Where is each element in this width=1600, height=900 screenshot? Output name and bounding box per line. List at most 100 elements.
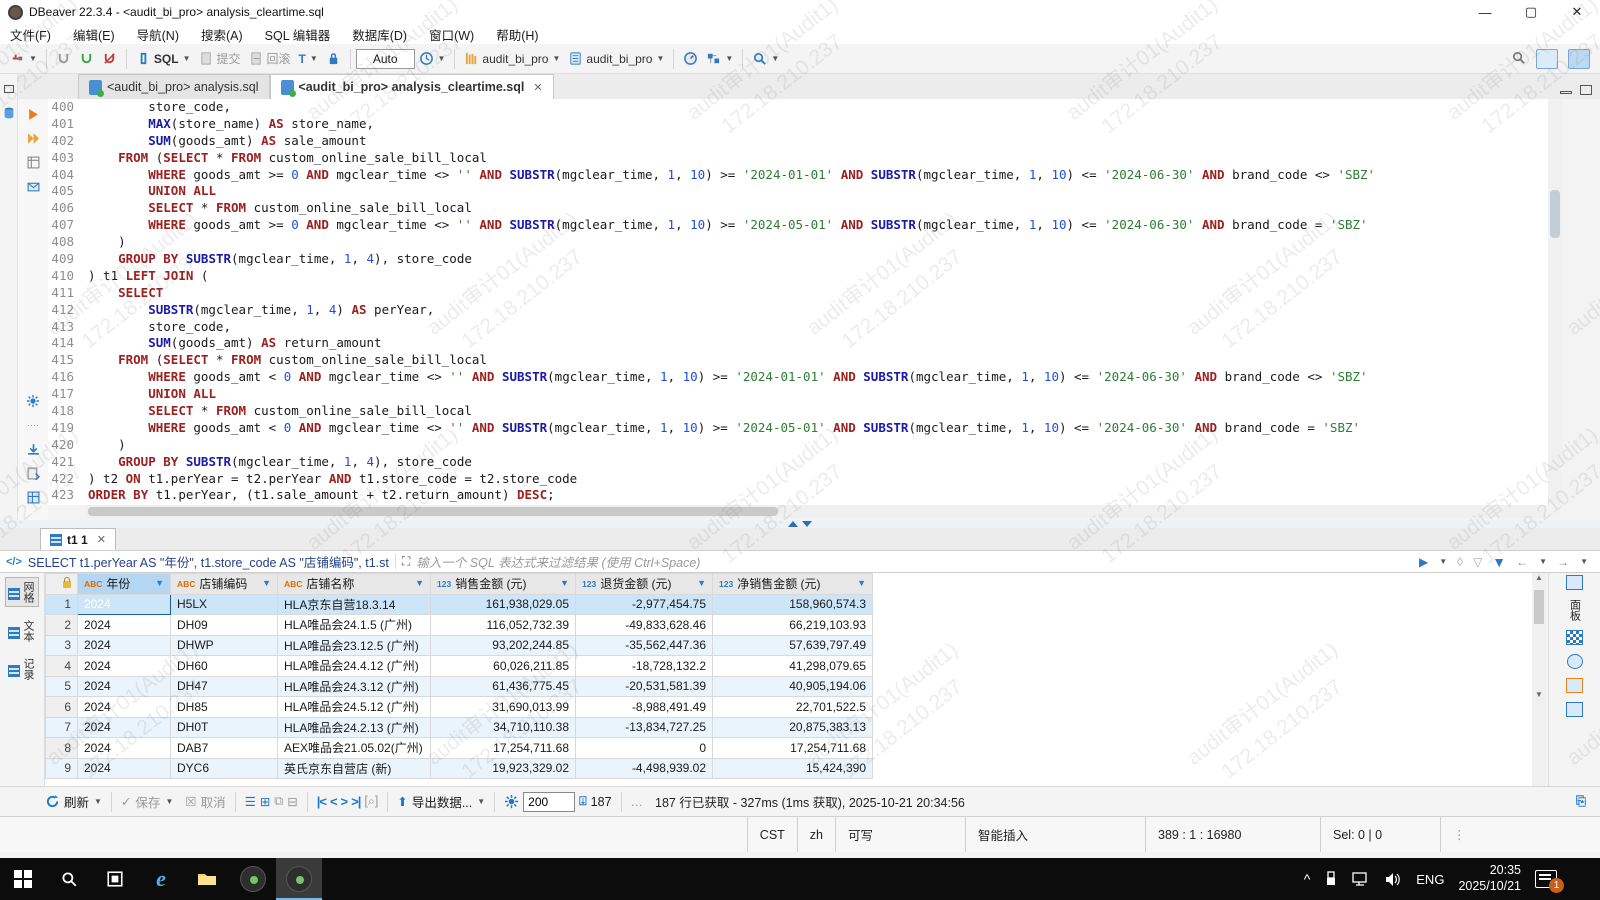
sql-code-editor[interactable]: 400 store_code,401 MAX(store_name) AS st… [48,99,1548,505]
delete-row-icon[interactable]: ⊟ [287,794,297,809]
cell-r8-c0[interactable]: 2024 [78,738,171,759]
code-line-421[interactable]: 421 GROUP BY SUBSTR(mgclear_time, 1, 4),… [48,454,1548,471]
cell-r7-c1[interactable]: DH0T [171,717,278,738]
cell-r8-c3[interactable]: 17,254,711.68 [431,738,576,759]
cell-r5-c3[interactable]: 61,436,775.45 [431,676,576,697]
code-line-409[interactable]: 409 GROUP BY SUBSTR(mgclear_time, 1, 4),… [48,251,1548,268]
cancel-button[interactable]: 取消 [201,792,226,811]
row-number[interactable]: 7 [46,717,78,738]
first-row-button[interactable]: |< [317,794,326,809]
table-row-4[interactable]: 42024DH60HLA唯品会24.4.12 (广州)60,026,211.85… [46,656,873,677]
history-forward-icon[interactable]: → [1557,555,1569,569]
grid-corner-cell[interactable] [46,574,78,595]
results-view-tab-2[interactable]: 记录 [6,655,38,683]
cell-r4-c0[interactable]: 2024 [78,656,171,677]
code-line-413[interactable]: 413 store_code, [48,319,1548,336]
cell-r5-c0[interactable]: 2024 [78,676,171,697]
menu-item-2[interactable]: 导航(N) [137,25,179,44]
cell-r2-c3[interactable]: 116,052,732.39 [431,615,576,636]
fetch-all-icon[interactable]: ⍗ [579,794,587,809]
close-tab-icon[interactable]: ✕ [533,81,542,94]
cell-r9-c1[interactable]: DYC6 [171,758,278,779]
internet-explorer-icon[interactable]: e [138,858,184,900]
code-line-402[interactable]: 402 SUM(goods_amt) AS sale_amount [48,133,1548,150]
cell-r1-c3[interactable]: 161,938,029.05 [431,594,576,615]
last-row-button[interactable]: >| [351,794,360,809]
next-row-button[interactable]: > [341,794,348,809]
layout-icon[interactable] [1566,702,1583,717]
edit-row-icon[interactable]: ☰ [245,794,256,809]
row-number[interactable]: 9 [46,758,78,779]
auto-commit-selector[interactable]: Auto [356,49,415,69]
connect-icon[interactable] [52,49,75,68]
input-language-button[interactable]: ENG [1416,872,1444,887]
duplicate-row-icon[interactable]: ⧉ [274,794,283,809]
dashboard-icon[interactable] [679,49,702,68]
cell-r3-c0[interactable]: 2024 [78,635,171,656]
table-row-5[interactable]: 52024DH47HLA唯品会24.3.12 (广州)61,436,775.45… [46,676,873,697]
row-number[interactable]: 2 [46,615,78,636]
code-line-407[interactable]: 407 WHERE goods_amt >= 0 AND mgclear_tim… [48,217,1548,234]
new-connection-button[interactable]: ▼ [6,49,41,68]
table-row-9[interactable]: 92024DYC6英氏京东自营店 (新)19,923,329.02-4,498,… [46,758,873,779]
cell-r4-c2[interactable]: HLA唯品会24.4.12 (广州) [278,656,431,677]
cell-r7-c4[interactable]: -13,834,727.25 [576,717,713,738]
cell-r7-c0[interactable]: 2024 [78,717,171,738]
quick-search-icon[interactable] [1511,50,1526,68]
add-row-icon[interactable]: ⊞ [260,794,270,809]
code-line-423[interactable]: 423ORDER BY t1.perYear, (t1.sale_amount … [48,487,1548,504]
cell-r5-c1[interactable]: DH47 [171,676,278,697]
export-data-button[interactable]: 导出数据... [412,792,472,811]
dbeaver-taskbar-icon[interactable] [276,858,322,900]
results-grid[interactable]: ABC年份▼ABC店铺编码▼ABC店铺名称▼123销售金额 (元)▼123退货金… [45,573,1532,786]
column-filter-icon[interactable]: ▼ [857,578,866,588]
cell-r2-c4[interactable]: -49,833,628.46 [576,615,713,636]
cell-r6-c2[interactable]: HLA唯品会24.5.12 (广州) [278,697,431,718]
usb-icon[interactable] [1324,871,1338,887]
start-button[interactable] [0,858,46,900]
apply-filter-icon[interactable]: ▶ [1419,555,1428,569]
editor-horizontal-scrollbar-thumb[interactable] [88,507,778,516]
cell-r7-c5[interactable]: 20,875,383.13 [713,717,873,738]
cell-r6-c1[interactable]: DH85 [171,697,278,718]
value-viewer-icon[interactable] [1566,630,1583,645]
cell-r5-c5[interactable]: 40,905,194.06 [713,676,873,697]
code-line-418[interactable]: 418 SELECT * FROM custom_online_sale_bil… [48,403,1548,420]
history-back-icon[interactable]: ← [1516,555,1528,569]
cell-r5-c4[interactable]: -20,531,581.39 [576,676,713,697]
menu-item-3[interactable]: 搜索(A) [201,25,243,44]
reconnect-icon[interactable] [75,49,98,68]
menu-item-4[interactable]: SQL 编辑器 [265,25,331,44]
cell-r7-c3[interactable]: 34,710,110.38 [431,717,576,738]
code-line-401[interactable]: 401 MAX(store_name) AS store_name, [48,116,1548,133]
maximize-view-icon[interactable] [1580,85,1592,95]
calc-panel-icon[interactable] [1567,654,1583,669]
code-line-400[interactable]: 400 store_code, [48,99,1548,116]
cell-r1-c1[interactable]: H5LX [171,594,278,615]
results-tab-t1[interactable]: t1 1 ✕ [40,528,116,550]
copy-status-icon[interactable]: ⎘ [1576,794,1586,809]
transaction-mode-button[interactable]: T▼ [295,50,322,68]
cell-r4-c1[interactable]: DH60 [171,656,278,677]
cell-r1-c0[interactable]: 2024 [78,594,171,615]
menu-item-0[interactable]: 文件(F) [10,25,51,44]
row-number[interactable]: 3 [46,635,78,656]
cell-r3-c4[interactable]: -35,562,447.36 [576,635,713,656]
fetch-size-input[interactable] [523,792,575,812]
editor-results-sash[interactable] [0,520,1600,528]
cell-r9-c4[interactable]: -4,498,939.02 [576,758,713,779]
table-row-8[interactable]: 82024DAB7AEX唯品会21.05.02(广州)17,254,711.68… [46,738,873,759]
export-result-icon[interactable] [24,177,42,195]
cell-r1-c4[interactable]: -2,977,454.75 [576,594,713,615]
code-line-403[interactable]: 403 FROM (SELECT * FROM custom_online_sa… [48,150,1548,167]
cell-r6-c0[interactable]: 2024 [78,697,171,718]
cell-r4-c4[interactable]: -18,728,132.2 [576,656,713,677]
prev-row-button[interactable]: < [330,794,337,809]
table-row-3[interactable]: 32024DHWPHLA唯品会23.12.5 (广州)93,202,244.85… [46,635,873,656]
code-line-414[interactable]: 414 SUM(goods_amt) AS return_amount [48,335,1548,352]
transaction-log-button[interactable]: ▼ [415,49,450,68]
row-number[interactable]: 4 [46,656,78,677]
code-line-422[interactable]: 422) t2 ON t1.perYear = t2.perYear AND t… [48,471,1548,488]
code-line-408[interactable]: 408 ) [48,234,1548,251]
cell-r3-c3[interactable]: 93,202,244.85 [431,635,576,656]
